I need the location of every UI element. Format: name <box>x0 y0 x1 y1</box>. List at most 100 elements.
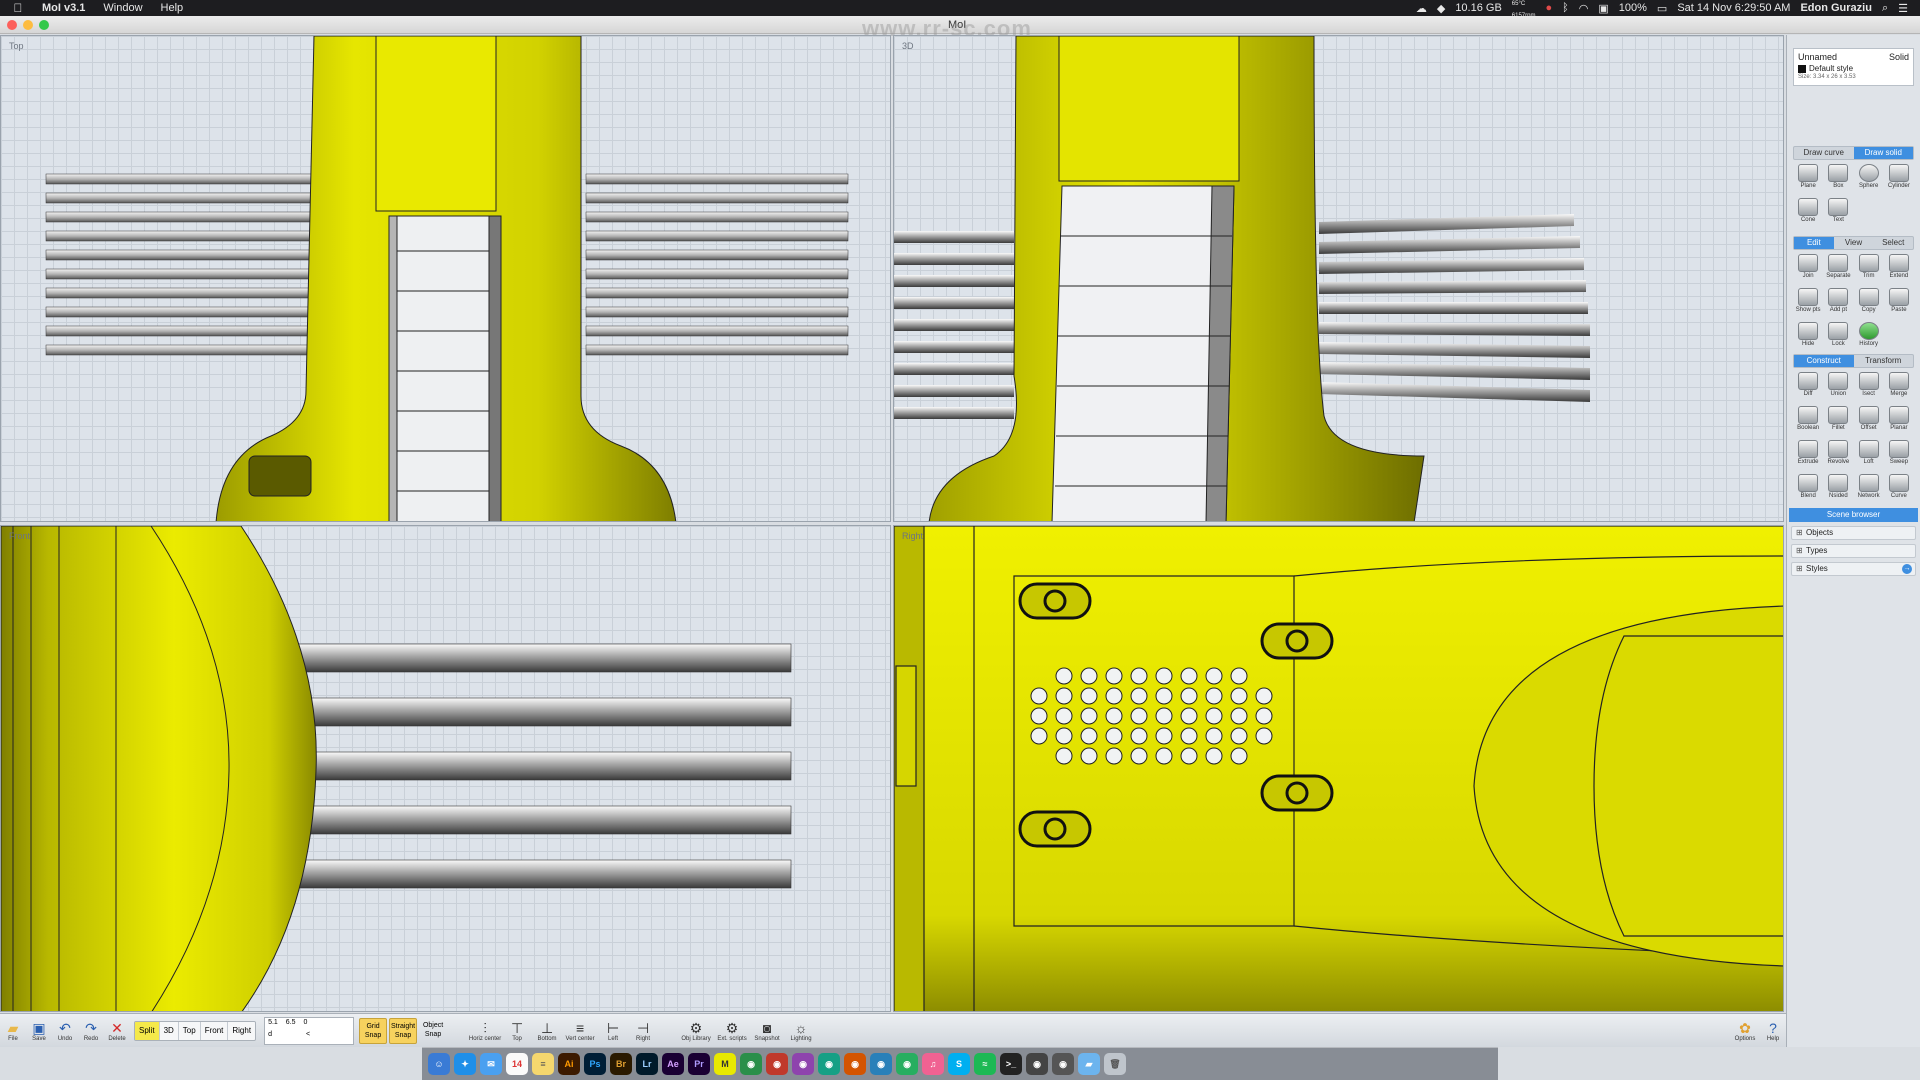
tab-construct[interactable]: Construct <box>1794 355 1854 367</box>
tab-draw-solid[interactable]: Draw solid <box>1853 147 1913 159</box>
user-name[interactable]: Edon Guraziu <box>1800 2 1872 14</box>
scene-row-styles[interactable]: ⊞ Styles → <box>1791 562 1916 576</box>
viewport-right[interactable]: Right <box>893 525 1784 1012</box>
history-tool[interactable]: History <box>1854 322 1884 352</box>
planar-tool[interactable]: Planar <box>1884 406 1914 436</box>
menu-help[interactable]: Help <box>161 2 184 14</box>
view-right-button[interactable]: Right <box>228 1021 256 1040</box>
separate-tool[interactable]: Separate <box>1823 254 1853 284</box>
redo-button[interactable]: ↷ Redo <box>78 1015 104 1047</box>
text-tool[interactable]: Text <box>1823 198 1853 228</box>
lighting-button[interactable]: ☼ Lighting <box>784 1015 818 1047</box>
bluetooth-icon[interactable]: ᛒ <box>1562 2 1569 14</box>
app-icon[interactable]: ◉ <box>1026 1053 1048 1075</box>
nsided-tool[interactable]: Nsided <box>1823 474 1853 504</box>
cone-tool[interactable]: Cone <box>1793 198 1823 228</box>
align-bottom-button[interactable]: ⊥ Bottom <box>532 1015 562 1047</box>
diff-tool[interactable]: Diff <box>1793 372 1823 402</box>
photoshop-icon[interactable]: Ps <box>584 1053 606 1075</box>
snapshot-button[interactable]: ◙ Snapshot <box>750 1015 784 1047</box>
memory-readout[interactable]: 10.16 GB <box>1455 2 1501 14</box>
object-library-button[interactable]: ⚙ Obj Library <box>678 1015 714 1047</box>
straight-snap-toggle[interactable]: Straight Snap <box>389 1017 418 1044</box>
delete-button[interactable]: ✕ Delete <box>104 1015 130 1047</box>
record-icon[interactable]: ● <box>1545 2 1552 14</box>
creative-cloud-icon[interactable]: ☁ <box>1416 2 1427 15</box>
save-button[interactable]: ▣ Save <box>26 1015 52 1047</box>
merge-tool[interactable]: Merge <box>1884 372 1914 402</box>
trim-tool[interactable]: Trim <box>1854 254 1884 284</box>
paste-tool[interactable]: Paste <box>1884 288 1914 318</box>
tab-transform[interactable]: Transform <box>1854 355 1914 367</box>
dropbox-icon[interactable]: ◆ <box>1437 2 1445 15</box>
add-pt-tool[interactable]: Add pt <box>1823 288 1853 318</box>
notes-icon[interactable]: ≡ <box>532 1053 554 1075</box>
moi-icon[interactable]: M <box>714 1053 736 1075</box>
menu-window[interactable]: Window <box>103 2 142 14</box>
after-effects-icon[interactable]: Ae <box>662 1053 684 1075</box>
minimize-window-button[interactable] <box>23 20 33 30</box>
offset-tool[interactable]: Offset <box>1854 406 1884 436</box>
isect-tool[interactable]: Isect <box>1854 372 1884 402</box>
illustrator-icon[interactable]: Ai <box>558 1053 580 1075</box>
lock-tool[interactable]: Lock <box>1823 322 1853 352</box>
viewport-top[interactable]: Top <box>0 35 891 522</box>
app-icon[interactable]: ◉ <box>844 1053 866 1075</box>
app-icon[interactable]: ◉ <box>870 1053 892 1075</box>
tab-view[interactable]: View <box>1834 237 1874 249</box>
notification-center-icon[interactable]: ☰ <box>1898 2 1908 15</box>
fillet-tool[interactable]: Fillet <box>1823 406 1853 436</box>
safari-icon[interactable]: ✦ <box>454 1053 476 1075</box>
zoom-window-button[interactable] <box>39 20 49 30</box>
align-top-button[interactable]: ⊤ Top <box>502 1015 532 1047</box>
align-horiz-center-button[interactable]: ⫶ Horiz center <box>468 1015 502 1047</box>
premiere-icon[interactable]: Pr <box>688 1053 710 1075</box>
close-window-button[interactable] <box>7 20 17 30</box>
align-right-button[interactable]: ⊣ Right <box>628 1015 658 1047</box>
blend-tool[interactable]: Blend <box>1793 474 1823 504</box>
wifi-icon[interactable]: ◠ <box>1579 2 1589 15</box>
box-tool[interactable]: Box <box>1823 164 1853 194</box>
tab-edit[interactable]: Edit <box>1794 237 1834 249</box>
scene-browser-header[interactable]: Scene browser <box>1789 508 1918 522</box>
coord-y[interactable]: 6.5 <box>286 1019 296 1031</box>
sweep-tool[interactable]: Sweep <box>1884 440 1914 470</box>
viewport-front[interactable]: Front <box>0 525 891 1012</box>
app-icon[interactable]: ◉ <box>818 1053 840 1075</box>
spotlight-icon[interactable]: ⌕ <box>1882 2 1888 15</box>
itunes-icon[interactable]: ♫ <box>922 1053 944 1075</box>
loft-tool[interactable]: Loft <box>1854 440 1884 470</box>
plane-tool[interactable]: Plane <box>1793 164 1823 194</box>
spotify-icon[interactable]: ≈ <box>974 1053 996 1075</box>
scene-row-types[interactable]: ⊞ Types <box>1791 544 1916 558</box>
app-icon[interactable]: ◉ <box>740 1053 762 1075</box>
object-snap-toggle[interactable]: Object Snap <box>419 1018 447 1044</box>
grid-snap-toggle[interactable]: Grid Snap <box>359 1017 388 1044</box>
extend-tool[interactable]: Extend <box>1884 254 1914 284</box>
clock[interactable]: Sat 14 Nov 6:29:50 AM <box>1677 2 1790 14</box>
battery-readout[interactable]: 100% <box>1619 2 1647 14</box>
skype-icon[interactable]: S <box>948 1053 970 1075</box>
arrow-right-icon[interactable]: → <box>1902 564 1912 574</box>
tab-select[interactable]: Select <box>1873 237 1913 249</box>
join-tool[interactable]: Join <box>1793 254 1823 284</box>
extrude-tool[interactable]: Extrude <box>1793 440 1823 470</box>
finder-icon[interactable]: ☺ <box>428 1053 450 1075</box>
terminal-icon[interactable]: >_ <box>1000 1053 1022 1075</box>
coordinate-input[interactable]: 5.1 6.5 0 d < <box>264 1016 355 1045</box>
downloads-folder-icon[interactable]: ▰ <box>1078 1053 1100 1075</box>
options-button[interactable]: ✿ Options <box>1730 1015 1760 1047</box>
align-vert-center-button[interactable]: ≡ Vert center <box>562 1015 598 1047</box>
boolean-tool[interactable]: Boolean <box>1793 406 1823 436</box>
union-tool[interactable]: Union <box>1823 372 1853 402</box>
style-selector[interactable]: Default style <box>1798 64 1909 73</box>
show-pts-tool[interactable]: Show pts <box>1793 288 1823 318</box>
tab-draw-curve[interactable]: Draw curve <box>1794 147 1854 159</box>
coord-x[interactable]: 5.1 <box>268 1019 278 1031</box>
view-top-button[interactable]: Top <box>178 1021 201 1040</box>
undo-button[interactable]: ↶ Undo <box>52 1015 78 1047</box>
ext-scripts-button[interactable]: ⚙ Ext. scripts <box>714 1015 750 1047</box>
network-tool[interactable]: Network <box>1854 474 1884 504</box>
trash-icon[interactable]: 🗑 <box>1104 1053 1126 1075</box>
properties-box[interactable]: Unnamed Solid Default style Size: 3.34 x… <box>1793 48 1914 86</box>
